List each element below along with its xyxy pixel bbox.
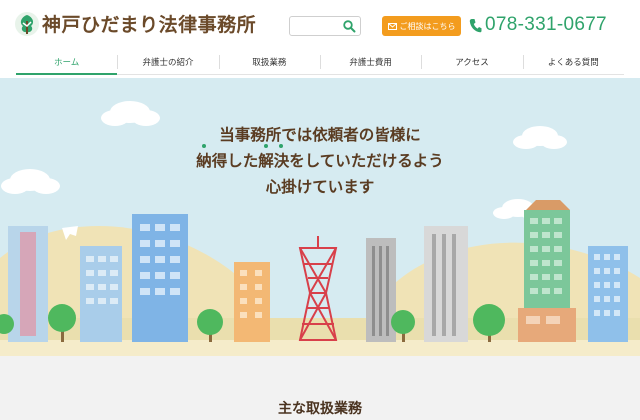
search-icon[interactable] — [342, 19, 356, 33]
mail-icon — [387, 22, 397, 30]
hero-banner: 当事務所では依頼者の皆様に 納得した解決をしていただけるよう 心掛けています — [0, 78, 640, 356]
hero-line-2: 納得した解決をしていただけるよう — [0, 144, 640, 174]
site-logo[interactable]: 神戸ひだまり法律事務所 — [14, 10, 256, 37]
contact-button[interactable]: ご相談はこちら — [382, 16, 461, 36]
contact-button-label: ご相談はこちら — [399, 21, 456, 31]
site-name: 神戸ひだまり法律事務所 — [42, 14, 257, 36]
section-title-services: 主な取扱業務 — [278, 401, 362, 417]
phone-icon — [469, 18, 482, 32]
hero-text: をしていただけるよう — [289, 152, 444, 170]
search-box — [289, 16, 361, 39]
nav-item-home[interactable]: ホーム — [16, 50, 118, 75]
hero-text: 得した — [211, 152, 259, 170]
site-header: 神戸ひだまり法律事務所 ご相談はこちら 078-331-0677 — [0, 0, 640, 52]
nav-item-faq[interactable]: よくある質問 — [522, 50, 624, 74]
nav-item-fees[interactable]: 弁護士費用 — [319, 50, 421, 74]
logo-tree-icon — [15, 11, 39, 36]
city-illustration — [0, 101, 640, 356]
hero-line-3: 心掛けています — [265, 178, 375, 196]
nav-item-services[interactable]: 取扱業務 — [218, 50, 320, 74]
emphasis-char: 納 — [196, 144, 212, 174]
nav-item-access[interactable]: アクセス — [421, 50, 522, 74]
phone-number-text: 078-331-0677 — [485, 14, 607, 35]
emphasis-char: 決 — [274, 144, 289, 174]
hero-message: 当事務所では依頼者の皆様に 納得した解決をしていただけるよう 心掛けています — [0, 122, 640, 200]
phone-number[interactable]: 078-331-0677 — [469, 14, 607, 36]
global-nav: ホーム 弁護士の紹介 取扱業務 弁護士費用 アクセス よくある質問 — [16, 50, 624, 75]
nav-item-lawyers[interactable]: 弁護士の紹介 — [117, 50, 218, 74]
hero-line-1: 当事務所では依頼者の皆様に — [219, 126, 421, 144]
emphasis-char: 解 — [258, 144, 274, 174]
